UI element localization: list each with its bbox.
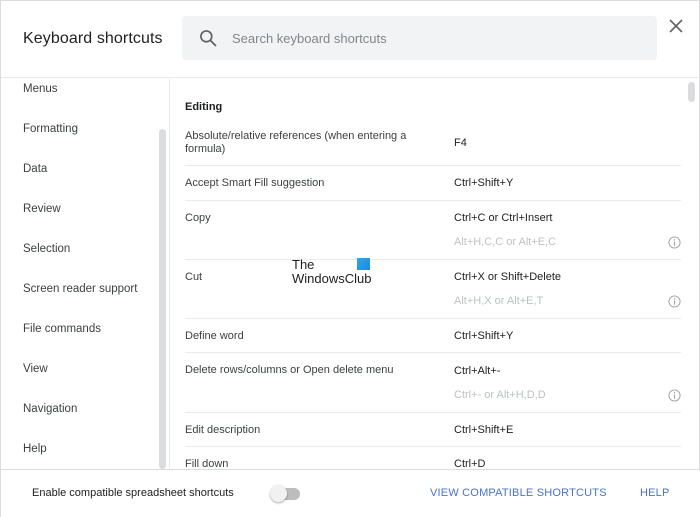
sidebar-item-review[interactable]: Review bbox=[23, 203, 61, 215]
section-title-editing: Editing bbox=[185, 101, 223, 113]
sidebar-item-menus[interactable]: Menus bbox=[23, 83, 58, 95]
view-compatible-shortcuts-link[interactable]: VIEW COMPATIBLE SHORTCUTS bbox=[430, 487, 607, 499]
shortcut-keys: Ctrl+Alt+- bbox=[454, 365, 501, 377]
shortcut-keys: Ctrl+D bbox=[454, 458, 486, 469]
dialog-title: Keyboard shortcuts bbox=[23, 30, 163, 47]
close-icon[interactable] bbox=[665, 15, 687, 37]
sidebar-item-selection[interactable]: Selection bbox=[23, 243, 70, 255]
dialog-header: Keyboard shortcuts bbox=[1, 1, 700, 78]
shortcut-keys: Ctrl+Shift+Y bbox=[454, 330, 514, 342]
shortcut-row: Define word Ctrl+Shift+Y bbox=[185, 319, 681, 353]
alt-shortcut-keys: Alt+H,X or Alt+E,T bbox=[454, 295, 544, 307]
sidebar-item-file-commands[interactable]: File commands bbox=[23, 323, 101, 335]
shortcut-keys: Ctrl+Shift+E bbox=[454, 424, 514, 436]
shortcut-keys: F4 bbox=[454, 137, 467, 149]
keyboard-shortcuts-dialog: Keyboard shortcuts Menus Formatting Data… bbox=[0, 0, 700, 517]
shortcut-description: Define word bbox=[185, 330, 244, 342]
sidebar-item-help[interactable]: Help bbox=[23, 443, 47, 455]
shortcut-row: Absolute/relative references (when enter… bbox=[185, 127, 681, 166]
compatible-shortcuts-label: Enable compatible spreadsheet shortcuts bbox=[32, 487, 234, 499]
category-sidebar: Menus Formatting Data Review Selection S… bbox=[1, 79, 170, 469]
content-scrollbar[interactable] bbox=[688, 82, 695, 102]
shortcuts-list: Editing Absolute/relative references (wh… bbox=[171, 79, 700, 469]
watermark: The WindowsClub bbox=[292, 258, 371, 286]
shortcut-description: Fill down bbox=[185, 458, 229, 469]
shortcut-row: Edit description Ctrl+Shift+E bbox=[185, 413, 681, 447]
shortcut-keys: Ctrl+X or Shift+Delete bbox=[454, 271, 561, 283]
shortcut-row: Delete rows/columns or Open delete menu … bbox=[185, 353, 681, 413]
shortcut-description: Accept Smart Fill suggestion bbox=[185, 177, 325, 189]
alt-shortcut-keys: Ctrl+- or Alt+H,D,D bbox=[454, 389, 546, 401]
toggle-thumb bbox=[270, 485, 287, 502]
windows-logo-icon bbox=[357, 258, 370, 270]
sidebar-item-view[interactable]: View bbox=[23, 363, 48, 375]
sidebar-item-screen-reader-support[interactable]: Screen reader support bbox=[23, 283, 137, 295]
dialog-footer: Enable compatible spreadsheet shortcuts … bbox=[1, 469, 700, 517]
shortcut-description: Delete rows/columns or Open delete menu bbox=[185, 364, 394, 376]
alt-shortcut-keys: Alt+H,C,C or Alt+E,C bbox=[454, 236, 557, 248]
shortcut-description: Copy bbox=[185, 212, 211, 224]
sidebar-item-navigation[interactable]: Navigation bbox=[23, 403, 77, 415]
sidebar-scrollbar[interactable] bbox=[159, 129, 166, 469]
shortcut-row: Accept Smart Fill suggestion Ctrl+Shift+… bbox=[185, 166, 681, 201]
sidebar-item-formatting[interactable]: Formatting bbox=[23, 123, 78, 135]
shortcut-row: Cut Ctrl+X or Shift+Delete Alt+H,X or Al… bbox=[185, 260, 681, 319]
info-icon[interactable] bbox=[668, 389, 681, 402]
watermark-line2: WindowsClub bbox=[292, 271, 372, 286]
sidebar-item-data[interactable]: Data bbox=[23, 163, 47, 175]
search-box[interactable] bbox=[182, 16, 657, 60]
shortcut-row: Copy Ctrl+C or Ctrl+Insert Alt+H,C,C or … bbox=[185, 201, 681, 260]
shortcut-row: Fill down Ctrl+D bbox=[185, 447, 681, 469]
compatible-shortcuts-toggle[interactable] bbox=[270, 485, 302, 503]
shortcut-description: Edit description bbox=[185, 424, 261, 436]
search-icon bbox=[200, 30, 217, 47]
search-input[interactable] bbox=[232, 16, 632, 60]
help-link[interactable]: HELP bbox=[640, 487, 670, 499]
info-icon[interactable] bbox=[668, 295, 681, 308]
shortcut-description: Absolute/relative references (when enter… bbox=[185, 130, 407, 155]
shortcut-keys: Ctrl+C or Ctrl+Insert bbox=[454, 212, 553, 224]
info-icon[interactable] bbox=[668, 236, 681, 249]
shortcut-keys: Ctrl+Shift+Y bbox=[454, 177, 514, 189]
